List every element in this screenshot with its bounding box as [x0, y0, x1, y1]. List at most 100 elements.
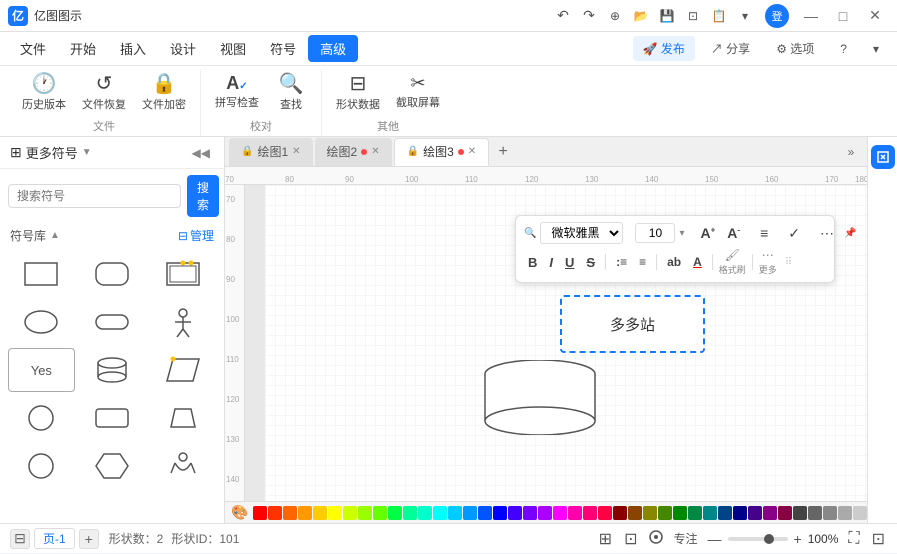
canvas-wrapper[interactable]: 70 80 90 100 110 120 130 140 🔍 微软雅 [225, 185, 867, 501]
page-setup-button[interactable]: ⊡ [622, 527, 639, 551]
more-options-button[interactable]: ⋯ [816, 223, 838, 244]
color-brown[interactable] [628, 506, 642, 520]
spellcheck-button[interactable]: A✓ 拼写检查 [209, 70, 265, 114]
sidebar-collapse-button[interactable]: ◀◀ [188, 144, 214, 162]
search-button[interactable]: 搜索 [187, 175, 219, 217]
shape-ellipse[interactable] [8, 300, 75, 344]
color-spring[interactable] [388, 506, 402, 520]
shape-circle2[interactable] [8, 444, 75, 488]
font-size-input[interactable] [635, 223, 675, 243]
color-azure[interactable] [448, 506, 462, 520]
minimize-button[interactable]: — [797, 5, 825, 27]
shape-dashed-rect[interactable]: 多多站 [560, 295, 705, 353]
tab-drawing1[interactable]: 🔒 绘图1 ✕ [229, 138, 313, 166]
save-button[interactable]: 💾 [655, 4, 679, 28]
shape-cylinder-small[interactable] [79, 348, 146, 392]
check-button[interactable]: ✓ [784, 223, 804, 244]
font-color-button[interactable]: A [689, 253, 706, 271]
history-button[interactable]: 🕐 历史版本 [16, 70, 72, 116]
color-dark-indigo[interactable] [748, 506, 762, 520]
color-lime[interactable] [328, 506, 342, 520]
tab-close3-button[interactable]: ✕ [468, 146, 476, 157]
fit-page-button[interactable]: ⛶ [846, 528, 861, 550]
menu-insert[interactable]: 插入 [108, 35, 158, 62]
color-forest[interactable] [673, 506, 687, 520]
shape-parallelogram[interactable] [149, 348, 216, 392]
color-dark-red[interactable] [613, 506, 627, 520]
color-dark-rose[interactable] [778, 506, 792, 520]
color-navy-light[interactable] [718, 506, 732, 520]
color-orange-red[interactable] [268, 506, 282, 520]
manage-button[interactable]: ⊟ 管理 [178, 227, 214, 244]
zoom-out-button[interactable]: — [706, 529, 724, 549]
bold-button[interactable]: B [524, 253, 541, 272]
color-fill-icon[interactable]: 🎨 [231, 504, 248, 521]
color-orange[interactable] [283, 506, 297, 520]
color-dark-teal[interactable] [703, 506, 717, 520]
color-crimson[interactable] [598, 506, 612, 520]
color-green-yellow[interactable] [358, 506, 372, 520]
font-grow-button[interactable]: A+ [696, 223, 719, 243]
menu-advanced[interactable]: 高级 [308, 35, 358, 62]
avatar[interactable]: 登 [765, 4, 789, 28]
shape-data-button[interactable]: ⊟ 形状数据 [330, 70, 386, 116]
canvas-content[interactable]: 🔍 微软雅黑 ▾ A+ A- ≡ ✓ [265, 185, 867, 501]
color-rose[interactable] [583, 506, 597, 520]
color-sky[interactable] [433, 506, 447, 520]
redo-button[interactable]: ↷ [577, 4, 601, 28]
options-button[interactable]: ⚙ 选项 [766, 36, 824, 61]
tab-collapse-button[interactable]: » [839, 140, 863, 164]
fullscreen-button[interactable]: ⊡ [870, 527, 887, 551]
shape-trapezoid[interactable] [149, 396, 216, 440]
more-format-button[interactable]: ⋯ 更多 [759, 248, 777, 276]
right-panel-button[interactable] [871, 145, 895, 169]
shape-rounded-rect[interactable] [79, 252, 146, 296]
color-dark-green[interactable] [658, 506, 672, 520]
format-brush-button[interactable]: 🖌 格式刷 [719, 248, 746, 276]
color-violet[interactable] [523, 506, 537, 520]
menu-symbol[interactable]: 符号 [258, 35, 308, 62]
share-button[interactable]: ↗ 分享 [701, 36, 760, 61]
color-blue[interactable] [478, 506, 492, 520]
color-purple[interactable] [538, 506, 552, 520]
shape-hexagon[interactable] [79, 444, 146, 488]
color-pink[interactable] [568, 506, 582, 520]
color-amber[interactable] [298, 506, 312, 520]
align-button[interactable]: ≡ [756, 223, 772, 243]
file-restore-button[interactable]: ↺ 文件恢复 [76, 70, 132, 116]
screenshot-button[interactable]: ✂ 截取屏幕 [390, 70, 446, 114]
strikethrough-button[interactable]: S [582, 253, 599, 272]
new-tab-button[interactable]: ⊕ [603, 4, 627, 28]
subscript-button[interactable]: ab [663, 253, 685, 271]
tab-close2-button[interactable]: ✕ [371, 146, 379, 157]
shape-rounded-rect2[interactable] [79, 396, 146, 440]
layers-button[interactable]: ⊞ [597, 527, 614, 551]
add-page-button[interactable]: ⊟ [10, 529, 30, 549]
shape-yes[interactable]: Yes [8, 348, 75, 392]
menu-start[interactable]: 开始 [58, 35, 108, 62]
shape-person2[interactable] [149, 444, 216, 488]
list-indent-button[interactable]: :≡ [612, 253, 631, 271]
next-page-button[interactable]: + [79, 529, 99, 549]
undo-button[interactable]: ↶ [551, 4, 575, 28]
search-input[interactable] [8, 184, 181, 208]
color-very-dark[interactable] [793, 506, 807, 520]
color-sea[interactable] [688, 506, 702, 520]
color-yellow[interactable] [313, 506, 327, 520]
font-shrink-button[interactable]: A- [723, 223, 744, 243]
open-file-button[interactable]: 📂 [629, 4, 653, 28]
color-gray[interactable] [823, 506, 837, 520]
shape-rect[interactable] [8, 252, 75, 296]
list-button[interactable]: ≡ [635, 253, 650, 271]
color-dark-purple[interactable] [763, 506, 777, 520]
file-encrypt-button[interactable]: 🔒 文件加密 [136, 70, 192, 116]
more-menu-button[interactable]: ▾ [863, 38, 889, 60]
color-teal[interactable] [403, 506, 417, 520]
color-blue-light[interactable] [463, 506, 477, 520]
page-label[interactable]: 页-1 [34, 528, 75, 549]
color-red[interactable] [253, 506, 267, 520]
italic-button[interactable]: I [545, 253, 557, 272]
underline-button[interactable]: U [561, 253, 578, 272]
color-chartreuse[interactable] [343, 506, 357, 520]
shape-circle[interactable] [8, 396, 75, 440]
